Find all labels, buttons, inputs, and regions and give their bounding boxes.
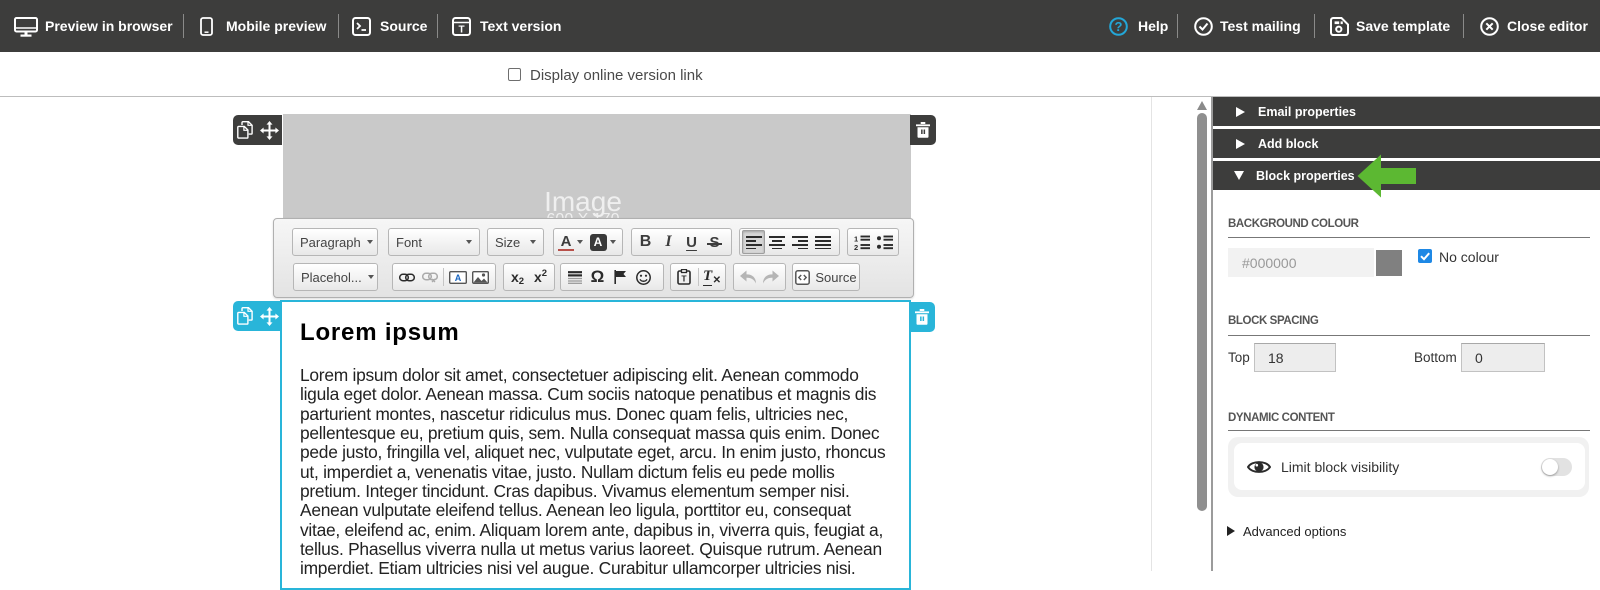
svg-text:A: A xyxy=(454,273,461,283)
svg-text:?: ? xyxy=(1115,19,1123,34)
svg-text:T: T xyxy=(458,25,464,36)
svg-text:T: T xyxy=(682,274,688,284)
svg-text:2: 2 xyxy=(854,243,858,250)
